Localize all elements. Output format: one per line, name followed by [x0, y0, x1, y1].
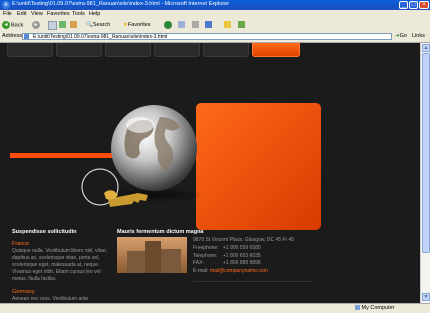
browser-window: e E:\untit\Testing\01.09.07\estra-981_Ra…	[0, 0, 430, 313]
print-button[interactable]	[192, 21, 199, 30]
ie-logo-icon: e	[2, 1, 10, 9]
address-bar: Address E:\untit\Testing\01.09.07\estra-…	[0, 32, 430, 43]
freephone-value: +1 800 559 6580	[223, 244, 261, 251]
edit-icon	[205, 21, 212, 29]
menu-edit[interactable]: Edit	[17, 11, 26, 17]
forward-button[interactable]: ▸	[32, 21, 41, 30]
contact-freephone-row: Freephone: +1 800 559 6580	[193, 245, 393, 253]
fax-label: FAX:	[193, 260, 204, 267]
menu-help[interactable]: Help	[89, 11, 100, 17]
search-icon: 🔍	[86, 22, 93, 28]
mail-button[interactable]	[178, 21, 185, 30]
globe	[111, 105, 197, 191]
menu-tools[interactable]: Tools	[72, 11, 85, 17]
contact-divider	[193, 281, 313, 282]
title-bar: e E:\untit\Testing\01.09.07\estra-981_Ra…	[0, 0, 430, 10]
scroll-down-icon[interactable]: ▼	[422, 293, 430, 301]
nav-tab-4[interactable]	[154, 43, 200, 57]
window-title: E:\untit\Testing\01.09.07\estra-981_Ranu…	[12, 1, 230, 7]
messenger-button[interactable]	[238, 21, 245, 30]
france-text: Quisque nulla. Vestibulum libero nisl, v…	[12, 248, 108, 282]
edit-button[interactable]	[205, 21, 212, 30]
search-button[interactable]: 🔍Search	[86, 21, 110, 30]
germany-text: Aenean nec eros. Vestibulum ante	[12, 296, 89, 302]
stop-button[interactable]	[48, 21, 57, 30]
nav-tab-2[interactable]	[56, 43, 102, 57]
nav-tab-3[interactable]	[105, 43, 151, 57]
contact-telephone-row: Telephone: +1 800 603 6035	[193, 253, 393, 261]
home-icon	[70, 21, 77, 29]
country-germany: Germany	[12, 289, 35, 295]
messenger-icon	[238, 21, 245, 29]
go-button[interactable]: ➜Go	[395, 33, 407, 39]
center-heading: Mauris fermentum dictum magna	[117, 229, 204, 235]
menu-view[interactable]: View	[31, 11, 43, 17]
telephone-value: +1 800 603 6035	[223, 252, 261, 259]
close-button[interactable]: ×	[419, 1, 429, 9]
menu-favorites[interactable]: Favorites	[47, 11, 70, 17]
hero-banner	[0, 65, 420, 230]
email-link[interactable]: mail@companyname.com	[210, 268, 268, 274]
scroll-thumb[interactable]	[422, 53, 430, 253]
building-photo	[117, 237, 187, 273]
building-tower	[145, 241, 161, 273]
address-label: Address	[2, 33, 23, 39]
history-icon	[164, 21, 172, 29]
contact-fax-row: FAX: +1 800 889 9898	[193, 260, 393, 268]
links-button[interactable]: Links	[412, 33, 425, 39]
folder-icon	[224, 21, 231, 29]
print-icon	[192, 21, 199, 29]
home-button[interactable]	[70, 21, 77, 30]
favorites-button[interactable]: ★Favorites	[123, 21, 151, 30]
address-input[interactable]: E:\untit\Testing\01.09.07\estra-981_Ranu…	[22, 33, 392, 40]
telephone-label: Telephone:	[193, 252, 218, 259]
nav-tab-5[interactable]	[203, 43, 249, 57]
country-france: France	[12, 241, 30, 247]
contact-email-row: E-mail: mail@companyname.com	[193, 268, 393, 276]
toolbar: ◂ Back ▸ 🔍Search ★Favorites	[0, 19, 430, 33]
nav-tab-active[interactable]	[252, 43, 300, 57]
mail-icon	[178, 21, 185, 29]
stop-icon	[48, 21, 57, 30]
building-left	[127, 251, 145, 273]
page-viewport: Suspendisse sollicitudin France Quisque …	[0, 43, 420, 303]
minimize-button[interactable]: _	[399, 1, 408, 9]
vertical-scrollbar[interactable]: ▲ ▼	[420, 43, 430, 303]
back-arrow-icon: ◂	[2, 21, 10, 29]
fax-value: +1 800 889 9898	[223, 260, 261, 267]
search-label: Search	[92, 22, 111, 28]
contact-address: 9870 St Vincent Place, Glasgow, DC 45 Fr…	[193, 237, 295, 243]
globe-keys-illustration	[81, 105, 205, 207]
globe-highlight	[126, 117, 154, 133]
favorites-label: Favorites	[127, 22, 151, 28]
nav-tab-1[interactable]	[7, 43, 53, 57]
building-right	[161, 249, 181, 273]
contact-block: 9870 St Vincent Place, Glasgow, DC 45 Fr…	[193, 237, 393, 276]
email-label: E-mail:	[193, 268, 209, 275]
back-label: Back	[11, 22, 24, 29]
folder-button[interactable]	[224, 21, 231, 30]
refresh-button[interactable]	[59, 21, 66, 30]
building-illustration	[127, 241, 181, 273]
menu-file[interactable]: File	[3, 11, 12, 17]
scroll-up-icon[interactable]: ▲	[422, 44, 430, 52]
page-icon	[24, 34, 29, 39]
status-zone-label: My Computer	[361, 305, 395, 311]
freephone-label: Freephone:	[193, 244, 219, 251]
refresh-icon	[59, 21, 66, 29]
go-label: Go	[399, 33, 407, 39]
computer-icon	[355, 305, 360, 311]
left-heading: Suspendisse sollicitudin	[12, 229, 77, 235]
maximize-button[interactable]: □	[409, 1, 418, 9]
back-button[interactable]: ◂ Back	[2, 21, 23, 30]
forward-arrow-icon: ▸	[32, 21, 40, 29]
history-button[interactable]	[164, 21, 173, 30]
status-zone: My Computer	[355, 305, 395, 311]
